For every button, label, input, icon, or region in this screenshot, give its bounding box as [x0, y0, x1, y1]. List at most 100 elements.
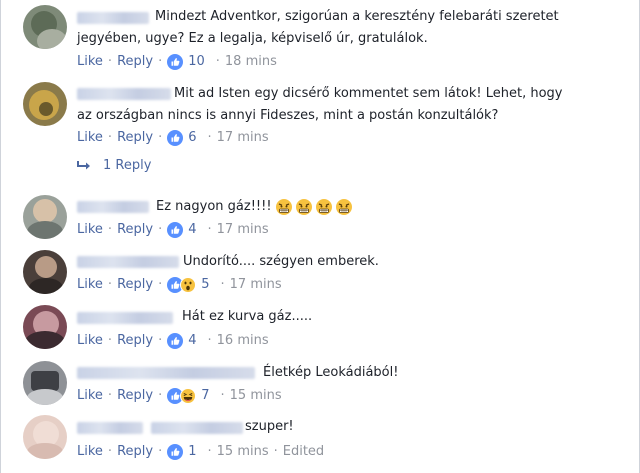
commenter-name[interactable]: [151, 422, 243, 434]
reply-button[interactable]: Reply: [117, 221, 153, 239]
commenter-name[interactable]: [77, 88, 171, 100]
separator: ·: [107, 222, 113, 237]
comment-text: szuper!: [245, 419, 294, 434]
timestamp[interactable]: 17 mins: [230, 276, 282, 294]
separator: ·: [158, 54, 163, 69]
reply-arrow-icon: [77, 160, 90, 169]
reaction-count: 1: [188, 444, 197, 459]
comment-text: Ez nagyon gáz!!!!: [156, 197, 353, 217]
separator: ·: [220, 277, 225, 292]
haha-icon: [180, 388, 197, 404]
angry-face-icon: [335, 198, 353, 216]
separator: ·: [215, 54, 220, 69]
comment-actions: Like · Reply · 4 · 17 mins: [77, 221, 269, 239]
reaction-count: 4: [188, 333, 197, 348]
separator: ·: [107, 277, 113, 292]
reaction-count: 10: [188, 54, 205, 69]
avatar[interactable]: [23, 5, 67, 49]
separator: ·: [158, 277, 163, 292]
separator: ·: [207, 444, 212, 459]
comment-actions: Like · Reply · 6 · 17 mins: [77, 129, 269, 147]
timestamp[interactable]: 15 mins: [230, 387, 282, 405]
like-icon: [167, 54, 184, 70]
comment-text: Mindezt Adventkor, szigorúan a keresztén…: [155, 9, 559, 24]
comment-actions: Like · Reply · 7 · 15 mins: [77, 387, 282, 405]
like-button[interactable]: Like: [77, 221, 103, 239]
reaction-count: 7: [201, 388, 210, 403]
reply-button[interactable]: Reply: [117, 332, 153, 350]
comment-text-content: Ez nagyon gáz!!!!: [156, 199, 272, 214]
reaction-summary[interactable]: 1: [167, 443, 197, 461]
comment-text: Undorító.... szégyen emberek.: [183, 254, 379, 269]
avatar[interactable]: [23, 82, 67, 126]
like-button[interactable]: Like: [77, 53, 103, 71]
comment-actions: Like · Reply · 10 · 18 mins: [77, 53, 277, 71]
separator: ·: [158, 388, 163, 403]
like-button[interactable]: Like: [77, 387, 103, 405]
angry-face-icon: [295, 198, 313, 216]
view-replies-link[interactable]: 1 Reply: [76, 158, 151, 173]
wow-icon: [180, 277, 197, 293]
reaction-count: 6: [188, 130, 197, 145]
like-button[interactable]: Like: [77, 276, 103, 294]
avatar[interactable]: [23, 195, 67, 239]
commenter-name[interactable]: [77, 422, 143, 434]
reaction-summary[interactable]: 6: [167, 129, 197, 147]
angry-face-icon: [315, 198, 333, 216]
commenter-name[interactable]: [77, 367, 255, 379]
avatar[interactable]: [23, 415, 67, 459]
reply-button[interactable]: Reply: [117, 443, 153, 461]
avatar[interactable]: [23, 305, 67, 349]
edited-label[interactable]: Edited: [283, 443, 324, 461]
comment-text: az országban nincs is annyi Fideszes, mi…: [77, 108, 499, 123]
reply-button[interactable]: Reply: [117, 53, 153, 71]
like-button[interactable]: Like: [77, 332, 103, 350]
reaction-summary[interactable]: 4: [167, 332, 197, 350]
timestamp[interactable]: 17 mins: [217, 129, 269, 147]
avatar[interactable]: [23, 250, 67, 294]
timestamp[interactable]: 18 mins: [225, 53, 277, 71]
separator: ·: [207, 222, 212, 237]
timestamp[interactable]: 16 mins: [217, 332, 269, 350]
like-button[interactable]: Like: [77, 443, 103, 461]
comment-text: Életkép Leokádiából!: [263, 365, 399, 380]
reaction-summary[interactable]: 7: [167, 387, 210, 405]
comments-panel: Mindezt Adventkor, szigorúan a keresztén…: [0, 0, 640, 473]
separator: ·: [158, 222, 163, 237]
commenter-name[interactable]: [77, 12, 149, 24]
like-icon: [167, 333, 184, 349]
like-icon: [167, 444, 184, 460]
separator: ·: [158, 444, 163, 459]
like-button[interactable]: Like: [77, 129, 103, 147]
separator: ·: [107, 54, 113, 69]
angry-face-icon: [275, 198, 293, 216]
reaction-summary[interactable]: 4: [167, 221, 197, 239]
comment-actions: Like · Reply · 4 · 16 mins: [77, 332, 269, 350]
timestamp[interactable]: 17 mins: [217, 221, 269, 239]
comment-text: Hát ez kurva gáz.....: [182, 309, 313, 324]
separator: ·: [107, 333, 113, 348]
timestamp[interactable]: 15 mins: [217, 443, 269, 461]
reaction-count: 5: [201, 277, 210, 292]
avatar[interactable]: [23, 361, 67, 405]
comment-actions: Like · Reply · 5 · 17 mins: [77, 276, 282, 294]
like-icon: [167, 130, 184, 146]
like-icon: [167, 222, 184, 238]
separator: ·: [273, 444, 278, 459]
separator: ·: [207, 130, 212, 145]
reaction-summary[interactable]: 10: [167, 53, 205, 71]
reply-button[interactable]: Reply: [117, 387, 153, 405]
commenter-name[interactable]: [77, 256, 179, 268]
reply-button[interactable]: Reply: [117, 276, 153, 294]
separator: ·: [158, 130, 163, 145]
commenter-name[interactable]: [77, 201, 149, 213]
commenter-name[interactable]: [77, 312, 173, 324]
reaction-summary[interactable]: 5: [167, 276, 210, 294]
comment-text: jegyében, ugye? Ez a legalja, képviselő …: [77, 31, 428, 46]
separator: ·: [107, 444, 113, 459]
separator: ·: [107, 130, 113, 145]
comment-text: Mit ad Isten egy dicsérő kommentet sem l…: [174, 86, 563, 101]
separator: ·: [220, 388, 225, 403]
reply-button[interactable]: Reply: [117, 129, 153, 147]
replies-count-label[interactable]: 1 Reply: [103, 158, 151, 173]
